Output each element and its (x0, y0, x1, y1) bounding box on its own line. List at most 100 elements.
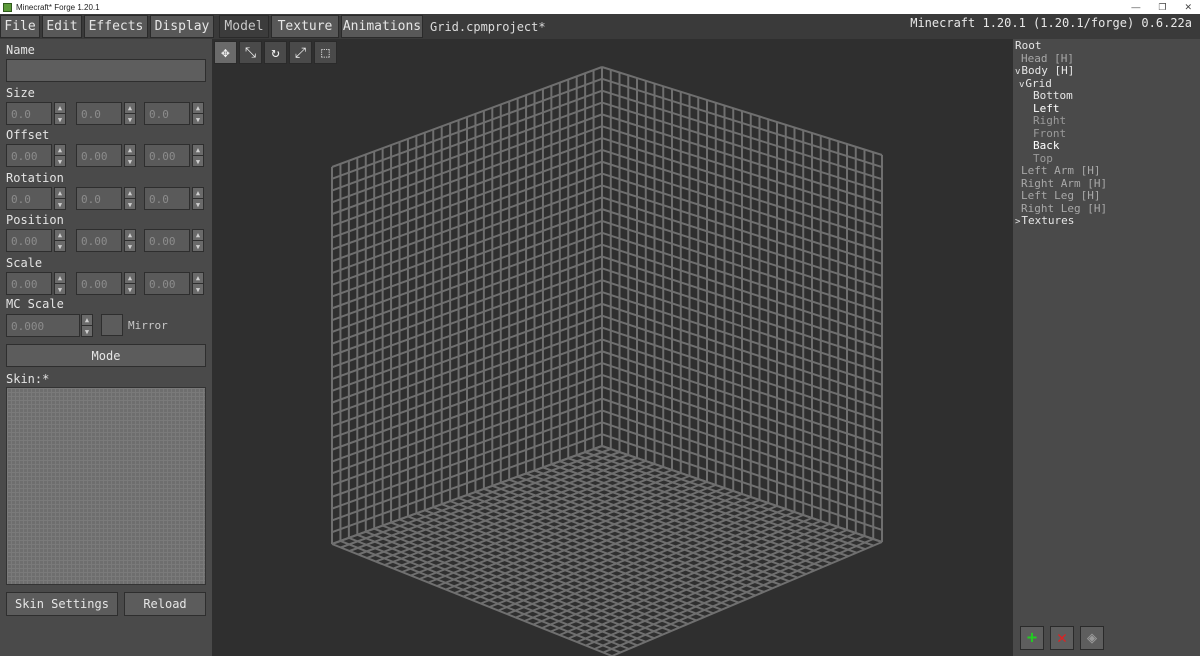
chevron-up-icon[interactable]: ▲ (125, 230, 135, 241)
tree-right-arm[interactable]: Right Arm [H] (1021, 177, 1107, 190)
reload-button[interactable]: Reload (124, 592, 206, 616)
position-x-input[interactable]: 0.00 (6, 229, 52, 252)
chevron-down-icon[interactable]: ▼ (125, 156, 135, 167)
chevron-up-icon[interactable]: ▲ (55, 103, 65, 114)
chevron-down-icon[interactable]: ▼ (55, 199, 65, 210)
name-input[interactable] (6, 59, 206, 82)
chevron-down-icon[interactable]: ▼ (82, 326, 92, 337)
size-x-stepper[interactable]: ▲ ▼ (54, 102, 66, 125)
menu-display[interactable]: Display (150, 15, 214, 38)
tree-right[interactable]: Right (1033, 114, 1066, 127)
rotation-y-stepper[interactable]: ▲ ▼ (124, 187, 136, 210)
scale-z-stepper[interactable]: ▲ ▼ (192, 272, 204, 295)
scale-y-stepper[interactable]: ▲ ▼ (124, 272, 136, 295)
minimize-icon[interactable]: — (1131, 2, 1140, 12)
tree-left-leg[interactable]: Left Leg [H] (1021, 189, 1100, 202)
chevron-down-icon[interactable]: ▼ (125, 199, 135, 210)
rotation-z-input[interactable]: 0.0 (144, 187, 190, 210)
chevron-up-icon[interactable]: ▲ (55, 230, 65, 241)
tab-model[interactable]: Model (219, 15, 269, 38)
chevron-up-icon[interactable]: ▲ (82, 315, 92, 326)
chevron-down-icon[interactable]: ▼ (193, 241, 203, 252)
tree-grid[interactable]: vGrid (1019, 77, 1052, 90)
chevron-up-icon[interactable]: ▲ (55, 145, 65, 156)
offset-z-input[interactable]: 0.00 (144, 144, 190, 167)
chevron-down-icon[interactable]: ▼ (125, 284, 135, 295)
tree-head[interactable]: Head [H] (1021, 52, 1074, 65)
tree-textures[interactable]: >Textures (1015, 214, 1074, 227)
restore-icon[interactable]: ❐ (1158, 2, 1166, 13)
add-element-button[interactable]: + (1020, 626, 1044, 650)
offset-tool-icon[interactable]: ⬚ (314, 41, 337, 64)
position-y-input[interactable]: 0.00 (76, 229, 122, 252)
tree-left-arm[interactable]: Left Arm [H] (1021, 164, 1100, 177)
chevron-down-icon[interactable]: ▼ (193, 114, 203, 125)
scale-z-input[interactable]: 0.00 (144, 272, 190, 295)
position-y-stepper[interactable]: ▲ ▼ (124, 229, 136, 252)
chevron-up-icon[interactable]: ▲ (125, 145, 135, 156)
chevron-down-icon[interactable]: ▼ (55, 156, 65, 167)
tree-top[interactable]: Top (1033, 152, 1053, 165)
3d-viewport[interactable]: ✥ ⤡ ↻ ⤢ ⬚ (212, 39, 1013, 656)
scale-y-input[interactable]: 0.00 (76, 272, 122, 295)
mc-scale-input[interactable]: 0.000 (6, 314, 80, 337)
menu-edit[interactable]: Edit (42, 15, 82, 38)
chevron-up-icon[interactable]: ▲ (193, 103, 203, 114)
rotation-z-stepper[interactable]: ▲ ▼ (192, 187, 204, 210)
menu-file[interactable]: File (0, 15, 40, 38)
chevron-down-icon[interactable]: ▼ (193, 199, 203, 210)
offset-y-stepper[interactable]: ▲ ▼ (124, 144, 136, 167)
scale-x-stepper[interactable]: ▲ ▼ (54, 272, 66, 295)
chevron-up-icon[interactable]: ▲ (193, 273, 203, 284)
size-tool-icon[interactable]: ⤢ (289, 41, 312, 64)
tab-texture[interactable]: Texture (271, 15, 339, 38)
mode-button[interactable]: Mode (6, 344, 206, 367)
chevron-up-icon[interactable]: ▲ (125, 273, 135, 284)
skin-preview[interactable] (6, 387, 206, 585)
size-y-input[interactable]: 0.0 (76, 102, 122, 125)
size-z-input[interactable]: 0.0 (144, 102, 190, 125)
tree-back[interactable]: Back (1033, 139, 1060, 152)
chevron-down-icon[interactable]: ▼ (55, 241, 65, 252)
delete-element-button[interactable]: ✕ (1050, 626, 1074, 650)
offset-y-input[interactable]: 0.00 (76, 144, 122, 167)
chevron-right-icon[interactable]: > (1015, 217, 1020, 227)
position-z-stepper[interactable]: ▲ ▼ (192, 229, 204, 252)
close-icon[interactable]: ✕ (1184, 2, 1192, 13)
tree-body[interactable]: vBody [H] (1015, 64, 1074, 77)
resize-tool-icon[interactable]: ⤡ (239, 41, 262, 64)
chevron-up-icon[interactable]: ▲ (193, 230, 203, 241)
rotation-x-input[interactable]: 0.0 (6, 187, 52, 210)
mirror-checkbox[interactable] (101, 314, 123, 336)
chevron-down-icon[interactable]: v (1015, 67, 1020, 77)
tree-right-leg[interactable]: Right Leg [H] (1021, 202, 1107, 215)
offset-x-stepper[interactable]: ▲ ▼ (54, 144, 66, 167)
rotation-x-stepper[interactable]: ▲ ▼ (54, 187, 66, 210)
tree-root[interactable]: Root (1015, 39, 1042, 52)
chevron-down-icon[interactable]: ▼ (193, 284, 203, 295)
position-z-input[interactable]: 0.00 (144, 229, 190, 252)
skin-settings-button[interactable]: Skin Settings (6, 592, 118, 616)
chevron-down-icon[interactable]: ▼ (125, 114, 135, 125)
menu-effects[interactable]: Effects (84, 15, 148, 38)
offset-z-stepper[interactable]: ▲ ▼ (192, 144, 204, 167)
chevron-up-icon[interactable]: ▲ (125, 103, 135, 114)
size-y-stepper[interactable]: ▲ ▼ (124, 102, 136, 125)
chevron-down-icon[interactable]: v (1019, 80, 1024, 90)
chevron-up-icon[interactable]: ▲ (55, 273, 65, 284)
tab-animations[interactable]: Animations (341, 15, 423, 38)
tree-left[interactable]: Left (1033, 102, 1060, 115)
tree-front[interactable]: Front (1033, 127, 1066, 140)
chevron-up-icon[interactable]: ▲ (125, 188, 135, 199)
size-x-input[interactable]: 0.0 (6, 102, 52, 125)
layers-button[interactable]: ◈ (1080, 626, 1104, 650)
rotation-y-input[interactable]: 0.0 (76, 187, 122, 210)
chevron-down-icon[interactable]: ▼ (55, 114, 65, 125)
mc-scale-stepper[interactable]: ▲ ▼ (81, 314, 93, 337)
chevron-down-icon[interactable]: ▼ (125, 241, 135, 252)
chevron-up-icon[interactable]: ▲ (55, 188, 65, 199)
chevron-up-icon[interactable]: ▲ (193, 145, 203, 156)
tree-bottom[interactable]: Bottom (1033, 89, 1073, 102)
offset-x-input[interactable]: 0.00 (6, 144, 52, 167)
chevron-down-icon[interactable]: ▼ (193, 156, 203, 167)
